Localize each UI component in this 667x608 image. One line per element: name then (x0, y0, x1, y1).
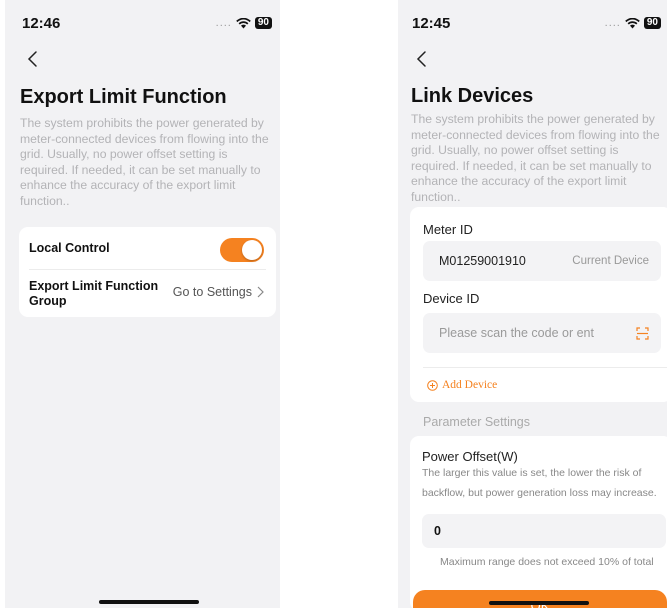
chevron-right-icon (257, 286, 264, 298)
devices-card: Meter ID M01259001910 Current Device Dev… (410, 207, 667, 402)
power-offset-input[interactable] (434, 524, 654, 538)
meter-id-field: M01259001910 Current Device (423, 241, 661, 281)
device-id-input[interactable] (439, 326, 629, 340)
status-time: 12:46 (22, 15, 61, 32)
link-devices-screen: 12:45 .... 90 Link Devices The system pr… (398, 0, 667, 608)
power-offset-title: Power Offset(W) (422, 449, 518, 464)
local-control-row: Local Control (29, 227, 266, 270)
add-device-button[interactable]: Add Device (427, 379, 497, 391)
battery-icon: 90 (254, 17, 272, 29)
divider (423, 367, 667, 368)
local-control-label: Local Control (29, 240, 110, 255)
device-id-label: Device ID (423, 291, 480, 306)
ok-button[interactable]: OK (413, 590, 667, 608)
wifi-icon (236, 17, 251, 28)
parameter-settings-label: Parameter Settings (423, 415, 530, 429)
signal-icon: .... (215, 17, 232, 29)
home-indicator (99, 600, 199, 604)
export-group-label: Export Limit Function Group (29, 278, 159, 308)
current-device-tag: Current Device (572, 255, 649, 267)
page-title: Link Devices (411, 85, 534, 107)
status-bar: 12:45 .... 90 (398, 0, 667, 44)
battery-icon: 90 (643, 17, 661, 29)
status-indicators: .... 90 (216, 17, 272, 29)
power-offset-field (422, 514, 666, 548)
page-description: The system prohibits the power generated… (20, 116, 269, 208)
go-to-settings-link[interactable]: Go to Settings (173, 285, 264, 299)
export-group-row[interactable]: Export Limit Function Group Go to Setting… (29, 270, 266, 317)
back-chevron-icon[interactable] (412, 49, 432, 69)
settings-card: Local Control Export Limit Function Group… (19, 227, 276, 317)
add-circle-icon (427, 379, 438, 391)
local-control-toggle[interactable] (220, 238, 264, 262)
power-offset-description: The larger this value is set, the lower … (422, 467, 657, 499)
page-title: Export Limit Function (20, 86, 227, 108)
status-indicators: .... 90 (605, 17, 661, 29)
back-chevron-icon[interactable] (23, 49, 43, 69)
power-offset-card: Power Offset(W) The larger this value is… (410, 436, 667, 608)
signal-icon: .... (604, 17, 621, 29)
toggle-knob (242, 240, 262, 260)
scan-code-icon[interactable] (636, 326, 649, 340)
status-time: 12:45 (412, 15, 451, 32)
page-description: The system prohibits the power generated… (411, 112, 660, 204)
export-limit-screen: 12:46 .... 90 Export Limit Function The … (5, 0, 280, 608)
meter-id-value: M01259001910 (439, 254, 526, 268)
home-indicator (489, 601, 589, 605)
status-bar: 12:46 .... 90 (5, 0, 280, 44)
device-id-field (423, 313, 661, 353)
power-offset-hint: Maximum range does not exceed 10% of tot… (440, 556, 654, 568)
meter-id-label: Meter ID (423, 222, 473, 237)
wifi-icon (625, 17, 640, 28)
